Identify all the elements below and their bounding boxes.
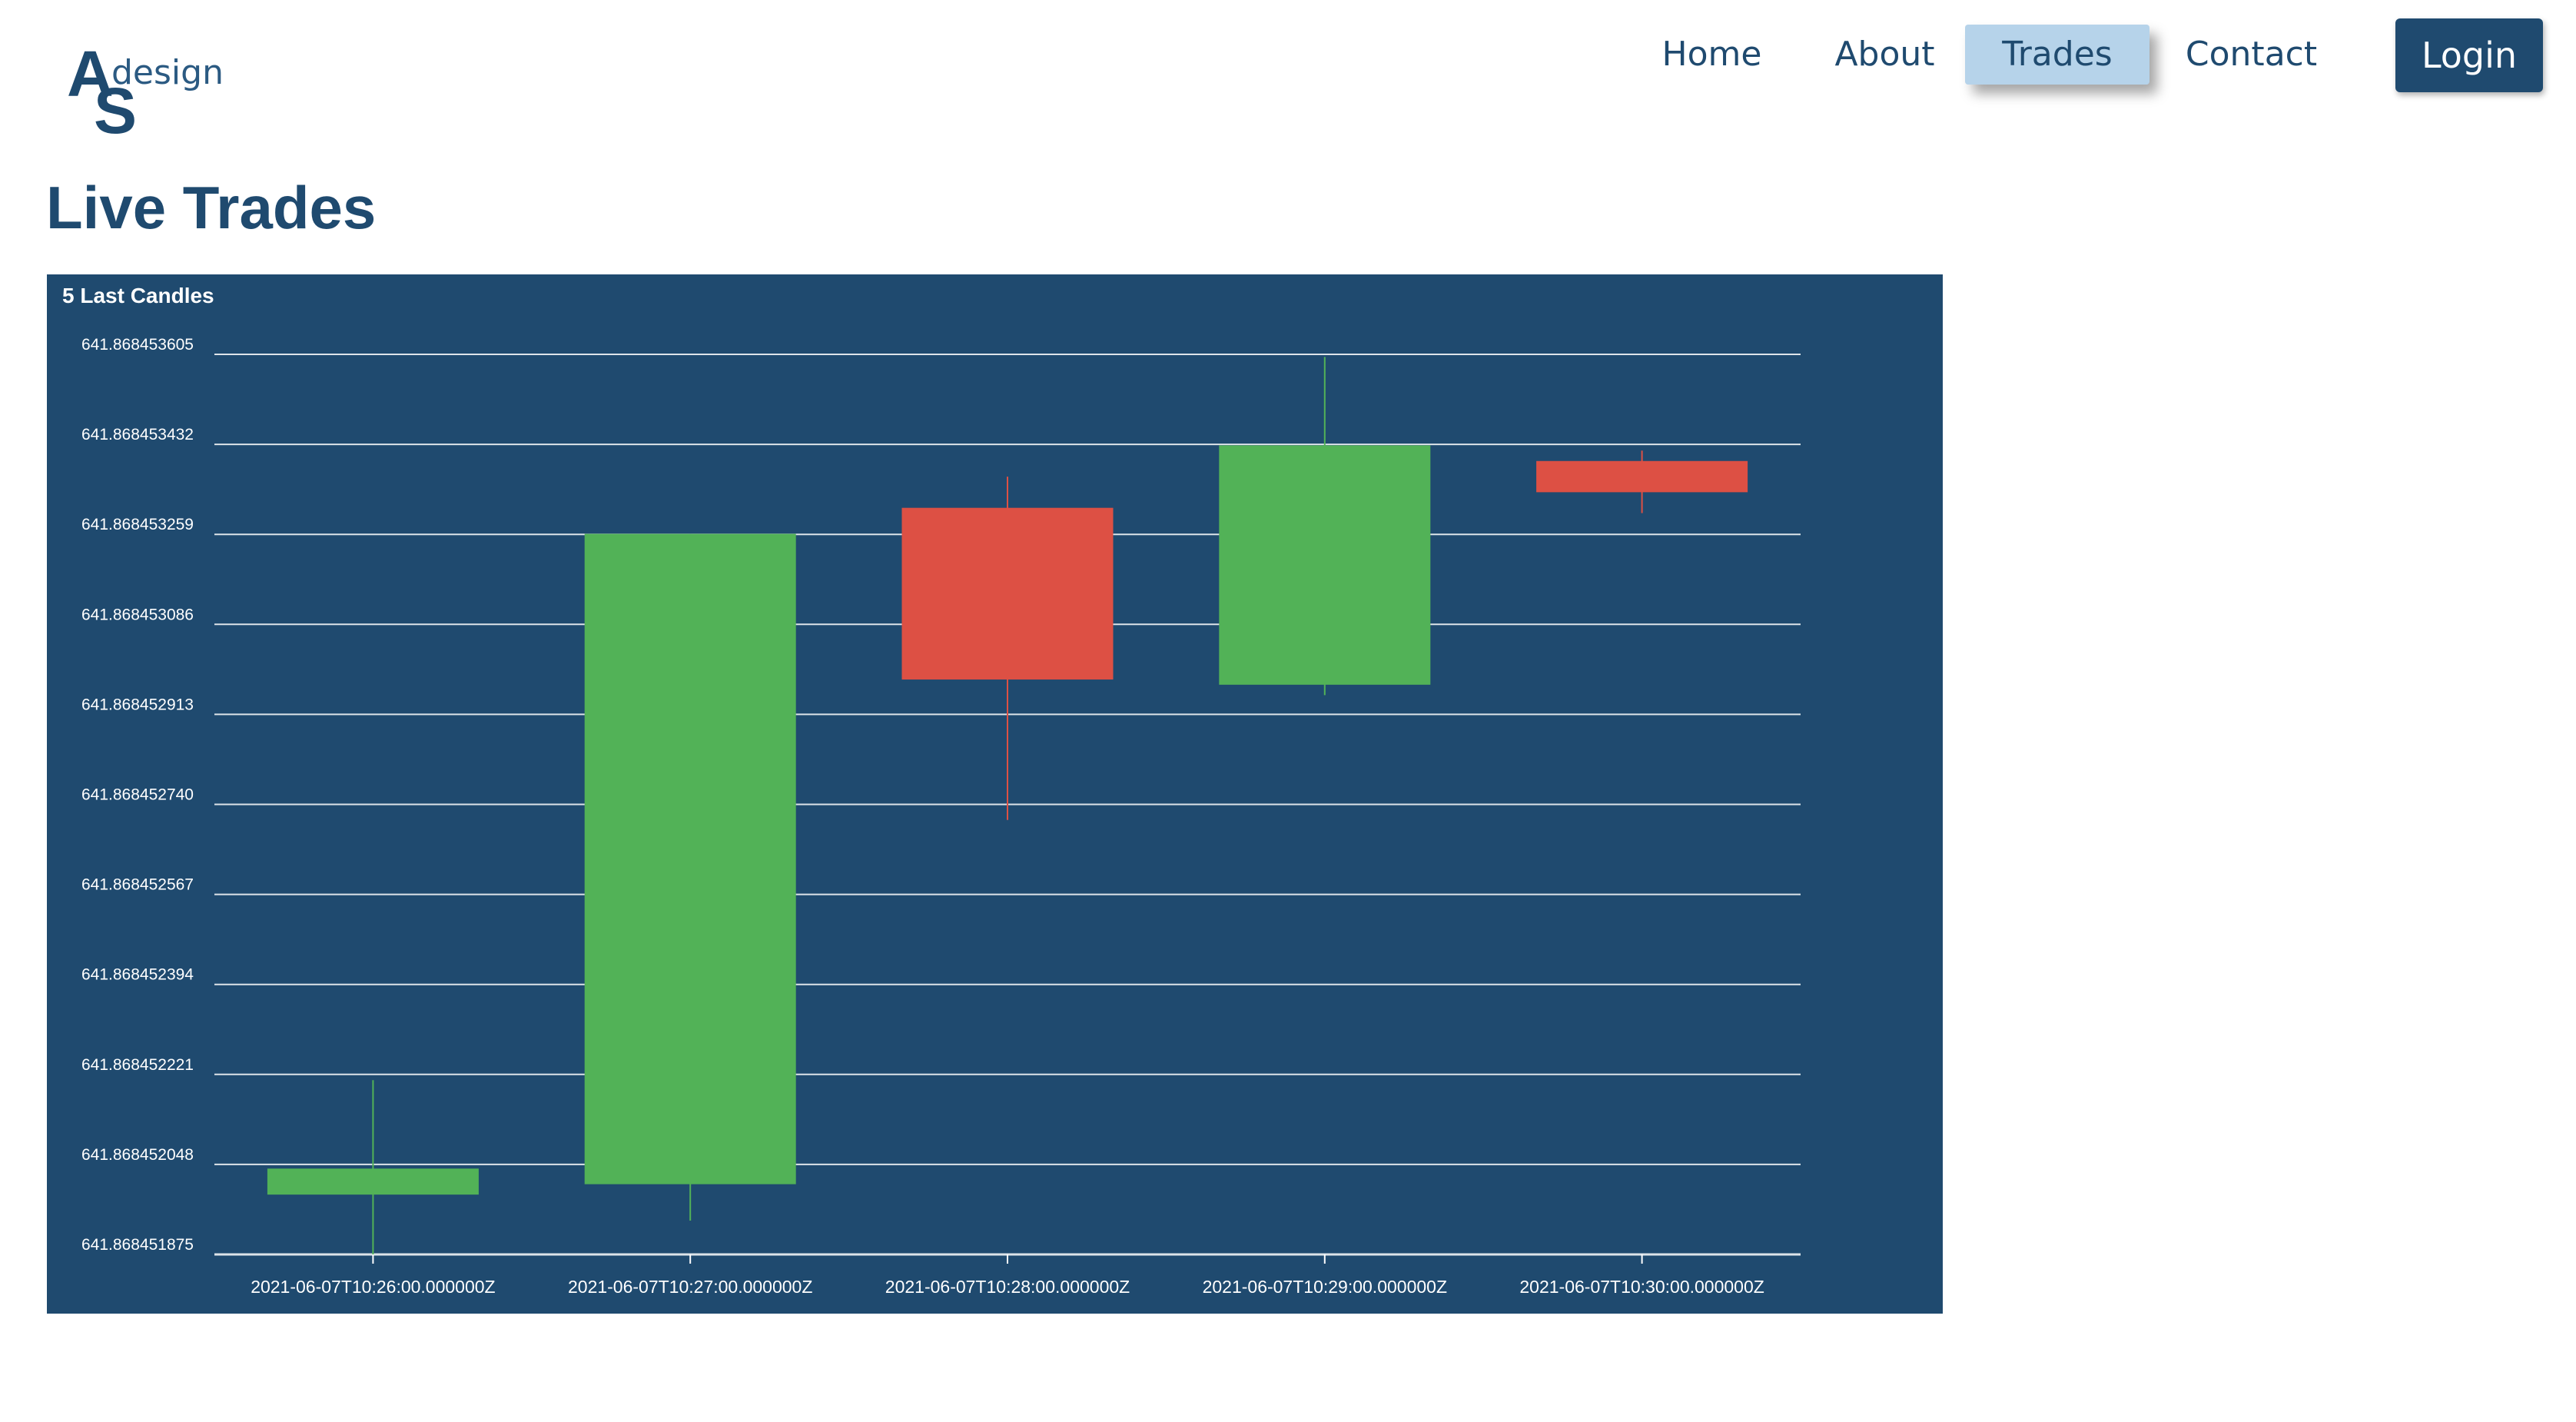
chart-canvas: 641.868453605 641.868453432 641.868453259 6… [81,336,1801,1297]
y-tick-label: 641.868453086 [81,606,194,623]
y-tick-label: 641.868451875 [81,1236,194,1254]
x-tick-label: 2021-06-07T10:27:00.000000Z [568,1277,812,1297]
candle-body-up [1219,445,1431,685]
y-tick-label: 641.868452567 [81,876,194,894]
chart-title: 5 Last Candles [62,284,214,307]
y-tick-label: 641.868453259 [81,516,194,533]
login-button[interactable]: Login [2395,18,2543,92]
page-title: Live Trades [46,174,377,241]
y-tick-label: 641.868452394 [81,966,194,984]
candle-body-down [901,507,1114,680]
nav-home-link[interactable]: Home [1637,25,1787,85]
nav-contact-link[interactable]: Contact [2169,25,2334,85]
x-tick-label: 2021-06-07T10:30:00.000000Z [1519,1277,1764,1297]
y-tick-label: 641.868452221 [81,1056,194,1074]
page: A design S Home About Trades Contact Log… [0,0,2576,1422]
candle-body-down [1536,460,1748,493]
y-tick-label: 641.868452740 [81,786,194,804]
y-tick-label: 641.868453432 [81,426,194,444]
nav-trades-link[interactable]: Trades [1965,25,2149,85]
candlestick-chart: 641.868453605 641.868453432 641.868453259 6… [47,274,1943,1314]
y-tick-label: 641.868453605 [81,336,194,354]
x-tick-label: 2021-06-07T10:29:00.000000Z [1203,1277,1447,1297]
x-tick-label: 2021-06-07T10:26:00.000000Z [251,1277,495,1297]
x-tick-label: 2021-06-07T10:28:00.000000Z [885,1277,1130,1297]
y-tick-label: 641.868452913 [81,696,194,713]
candle-body-up [267,1168,479,1195]
nav-about-link[interactable]: About [1810,25,1960,85]
top-nav: Home About Trades Contact Login [0,0,2576,108]
candle-body-up [584,533,796,1184]
y-tick-label: 641.868452048 [81,1146,194,1164]
